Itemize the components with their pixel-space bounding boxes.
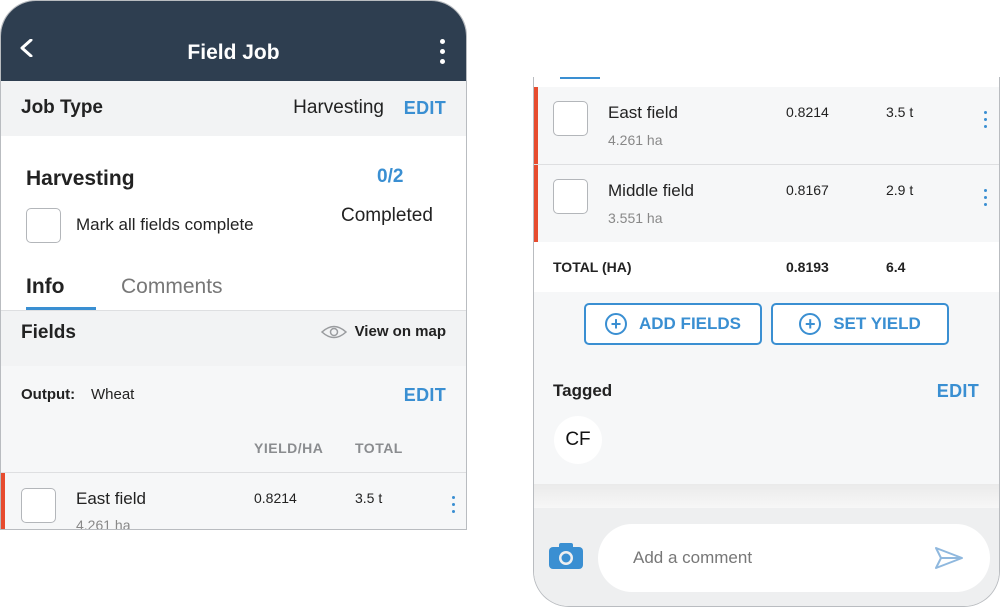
field-checkbox[interactable] — [21, 488, 56, 523]
incomplete-marker — [534, 165, 538, 243]
total-yield: 0.8193 — [786, 259, 829, 275]
field-yield: 0.8167 — [786, 182, 829, 198]
job-type-edit-button[interactable]: EDIT — [404, 98, 446, 119]
plus-circle-icon: + — [605, 313, 627, 335]
avatar[interactable]: CF — [554, 416, 602, 464]
comment-placeholder: Add a comment — [633, 548, 753, 567]
field-checkbox[interactable] — [553, 101, 588, 136]
kebab-menu-icon[interactable] — [984, 111, 988, 132]
field-row[interactable]: East field 4.261 ha 0.8214 3.5 t — [1, 473, 466, 530]
tagged-section: Tagged EDIT CF — [534, 372, 999, 484]
page-title: Field Job — [187, 41, 280, 64]
incomplete-marker — [1, 473, 5, 529]
active-tab-indicator — [560, 77, 600, 79]
mark-all-label: Mark all fields complete — [76, 215, 254, 234]
job-type-value: Harvesting — [293, 97, 384, 118]
total-amount: 6.4 — [886, 259, 906, 275]
completion-counter: 0/2 — [377, 166, 404, 187]
column-header-row: YIELD/HA TOTAL — [1, 424, 466, 472]
job-type-row: Job Type Harvesting EDIT — [1, 81, 466, 136]
comment-input[interactable]: Add a comment — [598, 524, 990, 592]
column-header-total: TOTAL — [355, 440, 403, 456]
output-value: Wheat — [91, 386, 135, 403]
output-edit-button[interactable]: EDIT — [404, 385, 446, 406]
completion-status: Completed — [341, 205, 433, 226]
field-name: Middle field — [608, 181, 694, 200]
output-row: Output: Wheat EDIT — [1, 366, 466, 424]
add-fields-button[interactable]: + ADD FIELDS — [584, 303, 762, 345]
total-label: TOTAL (HA) — [553, 259, 632, 275]
job-title: Harvesting — [26, 167, 135, 190]
fields-label: Fields — [21, 322, 76, 343]
camera-icon[interactable] — [548, 542, 584, 570]
output-label: Output: — [21, 386, 76, 403]
field-name: East field — [608, 103, 678, 122]
action-buttons: + ADD FIELDS + SET YIELD — [534, 292, 999, 372]
kebab-menu-icon[interactable] — [438, 39, 446, 69]
field-area: 4.261 ha — [76, 517, 131, 530]
field-yield: 0.8214 — [786, 104, 829, 120]
field-area: 3.551 ha — [608, 210, 663, 226]
field-row[interactable]: East field 4.261 ha 0.8214 3.5 t — [534, 87, 999, 165]
tagged-label: Tagged — [553, 381, 613, 400]
left-phone-screen: Field Job Job Type Harvesting EDIT Harve… — [0, 0, 467, 530]
tab-info[interactable]: Info — [26, 275, 64, 299]
kebab-menu-icon[interactable] — [984, 189, 988, 210]
app-bar: Field Job — [1, 1, 466, 81]
fields-header: Fields View on map — [1, 311, 466, 366]
field-area: 4.261 ha — [608, 132, 663, 148]
set-yield-label: SET YIELD — [833, 314, 921, 333]
set-yield-button[interactable]: + SET YIELD — [771, 303, 949, 345]
add-fields-label: ADD FIELDS — [639, 314, 741, 333]
field-total: 3.5 t — [886, 104, 914, 120]
mark-all-checkbox[interactable] — [26, 208, 61, 243]
total-row: TOTAL (HA) 0.8193 6.4 — [534, 242, 999, 292]
tab-comments[interactable]: Comments — [121, 275, 223, 299]
send-icon[interactable] — [934, 546, 964, 570]
tagged-edit-button[interactable]: EDIT — [937, 381, 979, 402]
comment-bar: Add a comment — [534, 508, 999, 606]
field-total: 3.5 t — [355, 490, 383, 506]
field-checkbox[interactable] — [553, 179, 588, 214]
content-bottom-fade — [534, 484, 999, 508]
column-header-yield: YIELD/HA — [254, 440, 324, 456]
kebab-menu-icon[interactable] — [452, 496, 456, 517]
field-total: 2.9 t — [886, 182, 914, 198]
field-name: East field — [76, 489, 146, 508]
job-type-label: Job Type — [21, 97, 103, 118]
field-row[interactable]: Middle field 3.551 ha 0.8167 2.9 t — [534, 165, 999, 243]
view-on-map-link[interactable]: View on map — [320, 323, 446, 340]
view-on-map-label: View on map — [354, 323, 446, 340]
incomplete-marker — [534, 87, 538, 165]
plus-circle-icon: + — [799, 313, 822, 335]
field-yield: 0.8214 — [254, 490, 297, 506]
eye-icon — [320, 325, 347, 338]
right-phone-screen: East field 4.261 ha 0.8214 3.5 t Middle … — [533, 77, 1000, 607]
